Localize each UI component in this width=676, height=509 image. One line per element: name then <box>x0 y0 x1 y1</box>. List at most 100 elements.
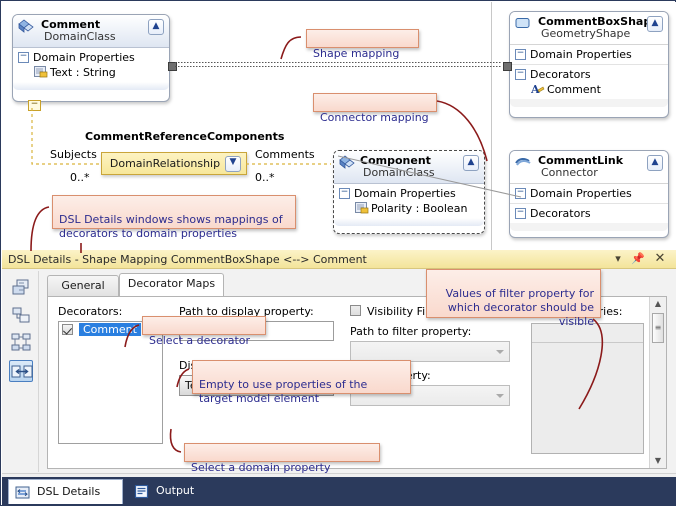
bottom-tab-output[interactable]: Output <box>128 479 218 504</box>
decorators-listbox[interactable]: Comment <box>58 321 163 444</box>
node-component-subtitle: DomainClass <box>363 166 435 179</box>
node-commentboxshape-footer <box>510 99 668 107</box>
compartment-label: Decorators <box>530 68 591 81</box>
tab-general-label: General <box>61 279 105 292</box>
tab-decorator-maps[interactable]: Decorator Maps <box>119 273 224 296</box>
domain-relationship-pill[interactable]: DomainRelationship ▼ <box>101 152 247 175</box>
callout-dsl-details-note-text: DSL Details windows shows mappings of de… <box>59 213 283 240</box>
path-to-filter-property-label: Path to filter property: <box>350 325 472 338</box>
compartment-label: Domain Properties <box>354 187 456 200</box>
decorators-label: Decorators: <box>58 305 123 318</box>
node-comment-subtitle: DomainClass <box>44 30 116 43</box>
pin-icon[interactable]: 📌 <box>630 252 646 267</box>
expander-icon[interactable]: − <box>515 207 526 219</box>
node-component-footer <box>334 218 484 226</box>
diagram-mapping-icon[interactable] <box>9 331 33 353</box>
path-to-filter-property-combobox[interactable] <box>350 341 510 362</box>
callout-dsl-details-note: DSL Details windows shows mappings of de… <box>52 195 296 240</box>
comment-relationship-expander[interactable]: − <box>28 100 41 111</box>
dsl-details-titlebar: DSL Details - Shape Mapping CommentBoxSh… <box>2 250 676 269</box>
decorator-checkbox[interactable] <box>62 324 73 335</box>
node-commentlink-compartment-decorators: − Decorators <box>510 203 668 223</box>
domain-class-icon <box>339 155 355 169</box>
chevron-down-icon <box>496 349 504 354</box>
expander-icon[interactable]: − <box>515 187 526 199</box>
callout-connector-mapping: Connector mapping <box>313 93 437 124</box>
node-commentlink-header: CommentLink Connector ▲ <box>510 151 668 184</box>
node-commentboxshape[interactable]: CommentBoxShape GeometryShape ▲ − Domain … <box>509 11 669 118</box>
relationship-target-multiplicity: 0..* <box>255 171 275 184</box>
tab-general[interactable]: General <box>47 275 119 296</box>
callout-shape-mapping-text: Shape mapping <box>313 47 400 60</box>
bottom-tab-dsl-details-label: DSL Details <box>37 485 101 498</box>
bottom-tab-bar: DSL Details Output <box>2 477 676 506</box>
expand-chevron-icon[interactable]: ▼ <box>225 156 241 172</box>
node-commentlink-footer <box>510 223 668 231</box>
node-component[interactable]: Component DomainClass ▲ − Domain Properti… <box>333 150 485 234</box>
scroll-up-icon[interactable]: ▲ <box>650 297 666 311</box>
decorator-row[interactable]: A Comment <box>515 82 664 97</box>
output-icon <box>134 484 150 499</box>
dsl-details-toolstrip <box>4 271 39 472</box>
expander-icon[interactable]: − <box>339 187 350 199</box>
relationship-name: CommentReferenceComponents <box>85 130 285 143</box>
class-mapping-icon[interactable] <box>9 277 33 299</box>
node-commentboxshape-subtitle: GeometryShape <box>541 27 631 40</box>
bottom-tab-output-label: Output <box>156 484 195 497</box>
node-component-header: Component DomainClass ▲ <box>334 151 484 184</box>
relationship-source-role: Subjects <box>50 148 97 161</box>
relationship-target-role: Comments <box>255 148 315 161</box>
commentboxshape-port-left[interactable] <box>503 62 512 71</box>
node-commentboxshape-compartment-domain-properties: − Domain Properties <box>510 45 668 64</box>
bottom-tab-dsl-details[interactable]: DSL Details <box>8 479 123 504</box>
scroll-down-icon[interactable]: ▼ <box>650 454 666 468</box>
compartment-label: Domain Properties <box>530 48 632 61</box>
expander-icon[interactable]: − <box>18 51 29 63</box>
visibility-filter-checkbox[interactable] <box>350 305 361 316</box>
element-merge-icon[interactable] <box>9 304 33 326</box>
callout-shape-mapping: Shape mapping <box>306 29 419 60</box>
domain-relationship-label: DomainRelationship <box>109 157 221 170</box>
expander-icon[interactable]: − <box>515 48 526 60</box>
window-dropdown-icon[interactable]: ▾ <box>610 252 626 267</box>
domain-class-icon <box>18 19 34 33</box>
node-comment-compartment-domain-properties: − Domain Properties Text : String <box>13 48 169 82</box>
callout-select-decorator-text: Select a decorator <box>149 334 251 347</box>
property-icon <box>355 202 369 214</box>
collapse-chevron-icon[interactable]: ▲ <box>148 19 164 35</box>
collapse-chevron-icon[interactable]: ▲ <box>647 16 663 32</box>
node-commentboxshape-compartment-decorators: − Decorators A Comment <box>510 64 668 99</box>
comment-shape-port-right[interactable] <box>168 62 177 71</box>
collapse-chevron-icon[interactable]: ▲ <box>463 155 479 171</box>
property-label: Polarity : Boolean <box>371 202 468 215</box>
geometry-shape-icon <box>515 16 531 30</box>
callout-select-domain-property: Select a domain property <box>184 443 380 474</box>
callout-connector-mapping-text: Connector mapping <box>320 111 429 124</box>
connector-icon <box>515 155 531 169</box>
decorator-maps-scrollbar[interactable]: ▲ ≡ ▼ <box>649 297 666 468</box>
svg-text:A: A <box>531 83 540 95</box>
property-row[interactable]: Polarity : Boolean <box>339 201 480 216</box>
tab-decorator-maps-label: Decorator Maps <box>127 277 216 290</box>
node-commentlink-compartment-domain-properties: − Domain Properties <box>510 184 668 203</box>
node-commentlink-subtitle: Connector <box>541 166 598 179</box>
shape-map-icon[interactable] <box>9 360 33 382</box>
dsl-diagram-canvas[interactable]: Comment DomainClass ▲ − Domain Properties <box>2 2 676 250</box>
application-window: Comment DomainClass ▲ − Domain Properties <box>0 0 676 506</box>
node-comment-header: Comment DomainClass ▲ <box>13 15 169 48</box>
callout-empty-to-use: Empty to use properties of the target mo… <box>192 360 411 405</box>
text-decorator-icon: A <box>530 83 545 96</box>
property-icon <box>34 66 48 78</box>
collapse-chevron-icon[interactable]: ▲ <box>647 155 663 171</box>
visibility-entries-grid[interactable] <box>531 323 644 454</box>
scrollbar-thumb[interactable]: ≡ <box>652 313 664 343</box>
decorator-list-item-label: Comment <box>79 323 141 336</box>
expander-icon[interactable]: − <box>515 68 526 80</box>
node-commentlink[interactable]: CommentLink Connector ▲ − Domain Properti… <box>509 150 669 238</box>
dsl-details-title-buttons: ▾ 📌 ✕ <box>610 252 672 267</box>
node-comment[interactable]: Comment DomainClass ▲ − Domain Properties <box>12 14 170 102</box>
relationship-source-multiplicity: 0..* <box>70 171 90 184</box>
callout-select-decorator: Select a decorator <box>142 316 266 347</box>
property-row[interactable]: Text : String <box>18 65 165 80</box>
close-icon[interactable]: ✕ <box>652 252 668 267</box>
